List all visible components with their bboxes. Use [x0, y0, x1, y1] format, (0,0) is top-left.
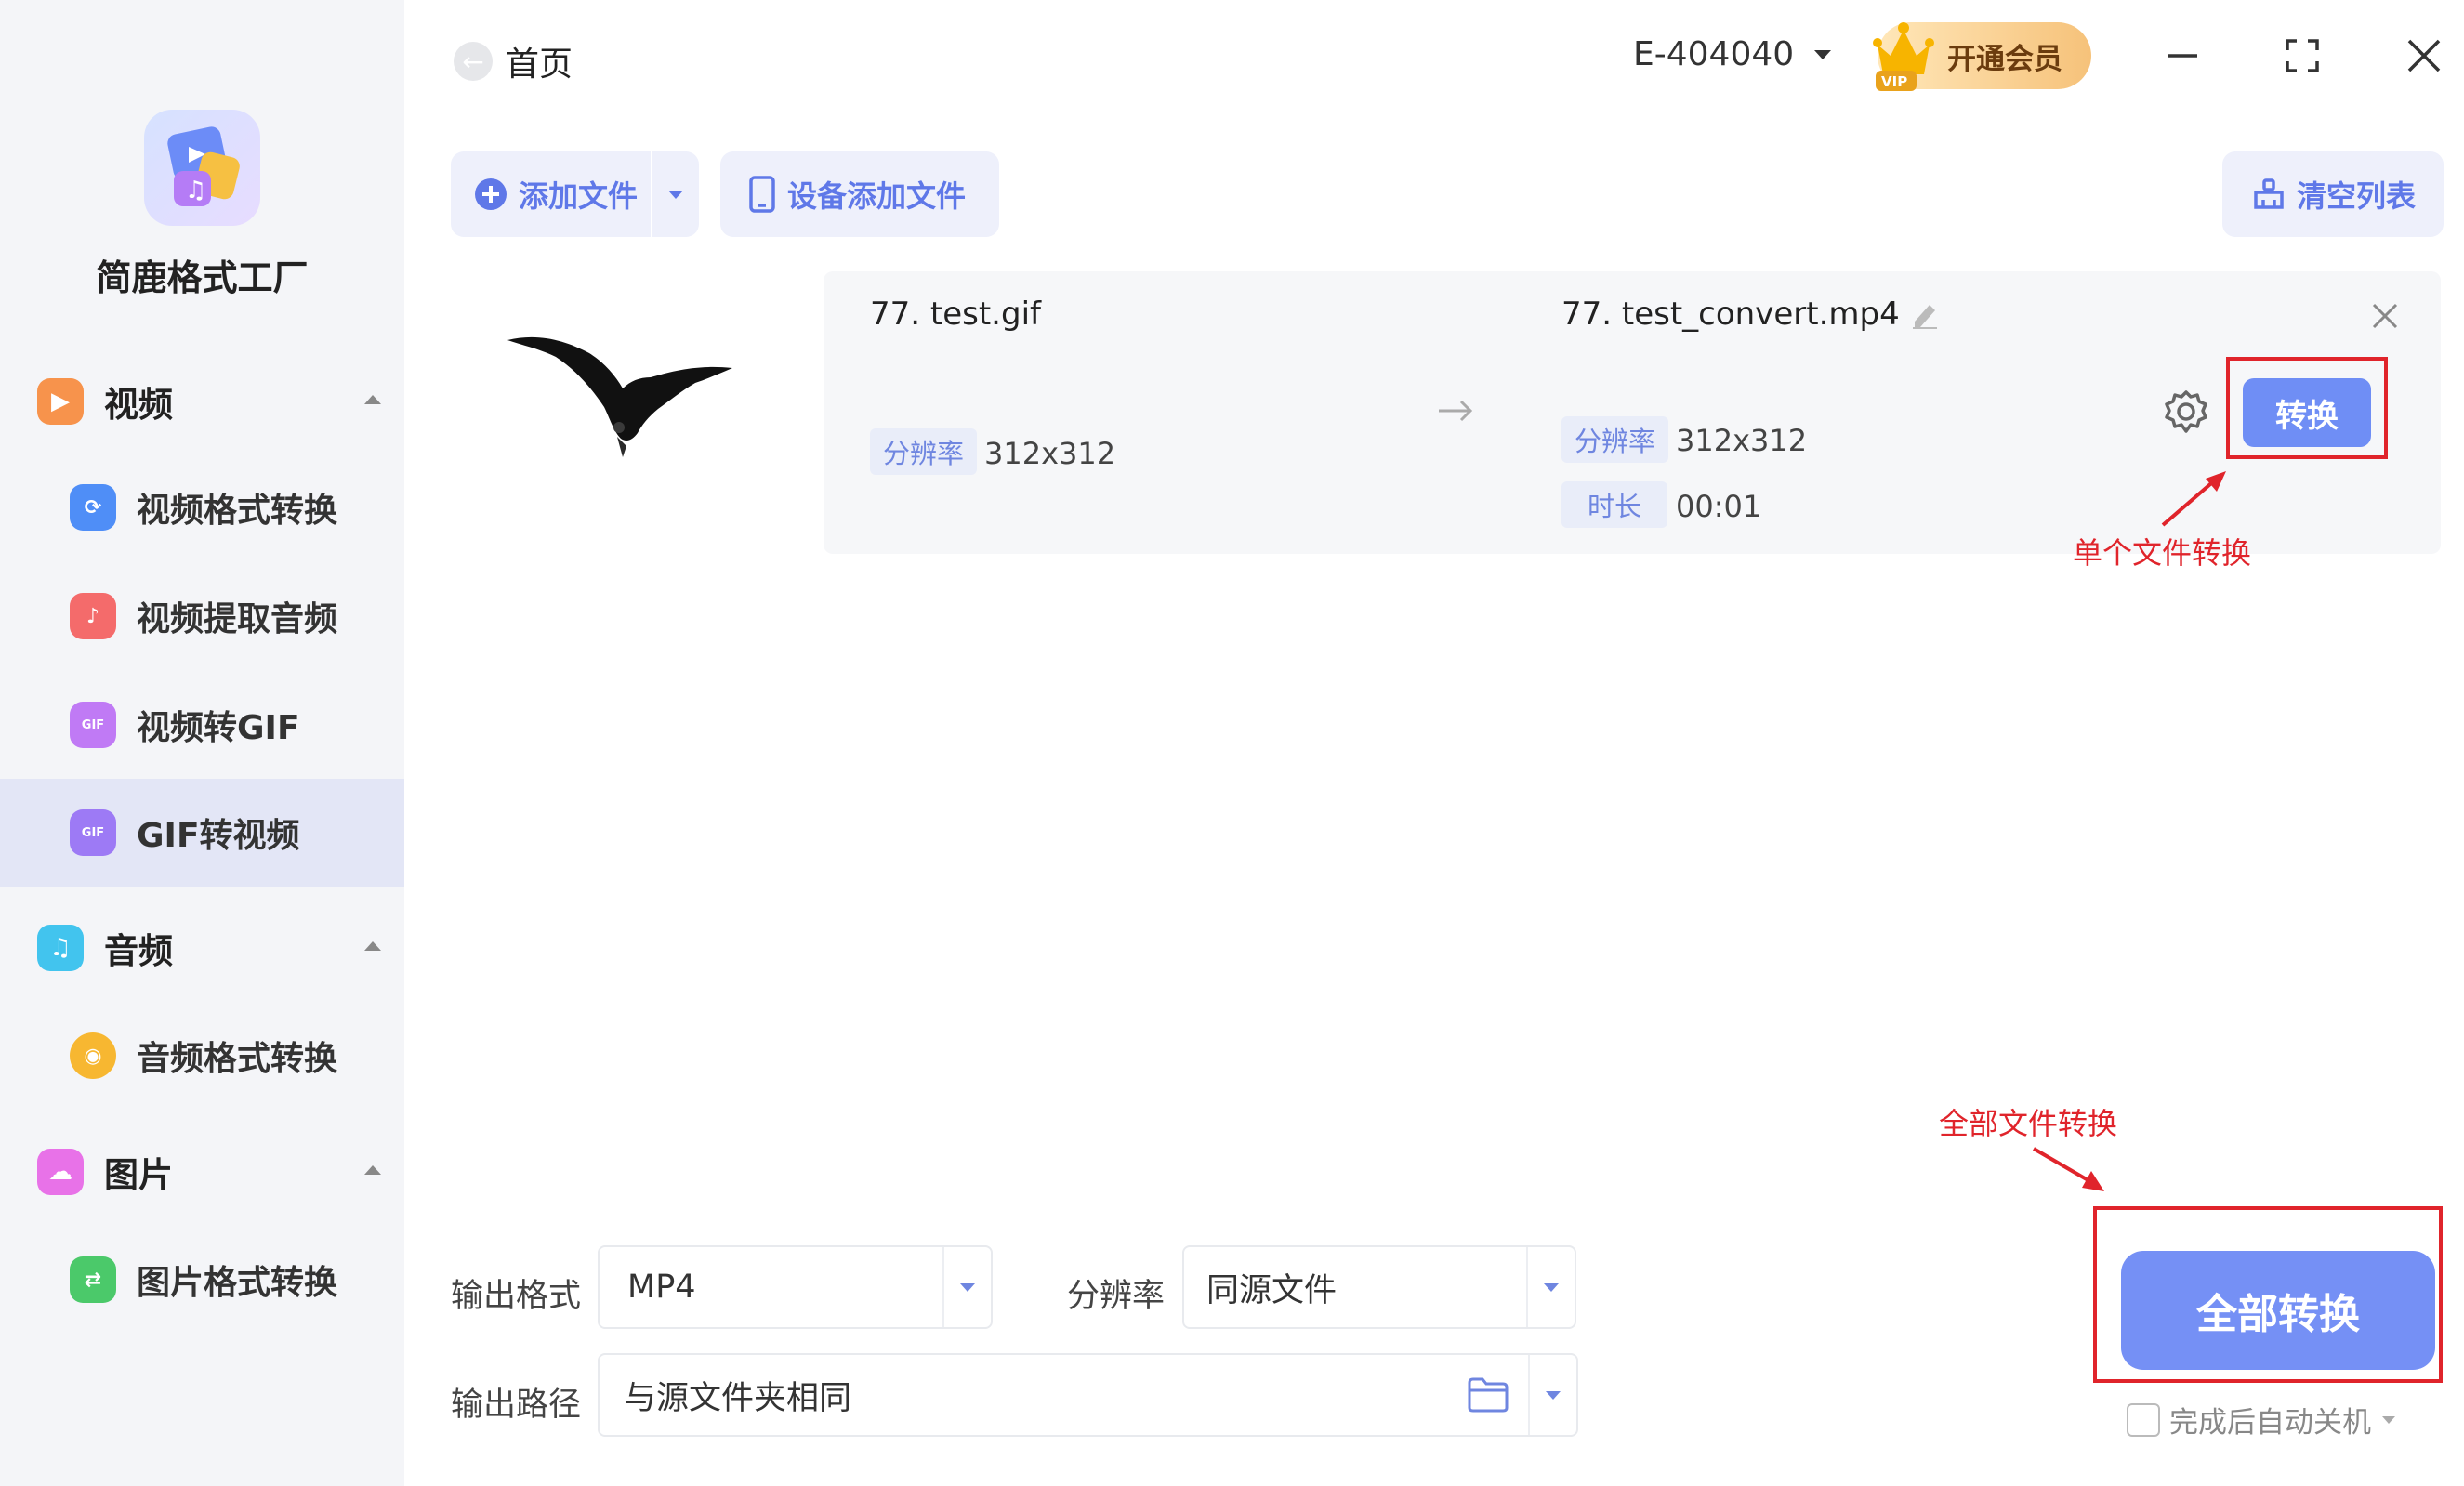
source-resolution-value: 312x312 — [984, 436, 1116, 471]
output-format-label: 输出格式 — [451, 1278, 582, 1315]
back-arrow-icon: ← — [454, 42, 493, 81]
clear-list-button[interactable]: 清空列表 — [2222, 151, 2444, 237]
source-file-name: 77. test.gif — [870, 296, 1041, 333]
sidebar-item-video-to-gif[interactable]: GIF 视频转GIF — [0, 671, 404, 779]
duration-value: 00:01 — [1676, 489, 1762, 524]
sidebar-group-audio[interactable]: ♫ 音频 — [37, 915, 381, 980]
sidebar-item-image-convert[interactable]: ⇄ 图片格式转换 — [0, 1226, 404, 1334]
remove-file-icon[interactable] — [2368, 299, 2402, 333]
account-dropdown[interactable]: E-404040 — [1633, 35, 1832, 73]
convert-all-button[interactable]: 全部转换 — [2121, 1251, 2435, 1370]
sidebar-item-extract-audio[interactable]: ♪ 视频提取音频 — [0, 562, 404, 670]
collapse-caret-icon — [364, 1165, 381, 1175]
output-resolution-tag: 分辨率 — [1561, 416, 1669, 463]
vip-button[interactable]: VIP 开通会员 — [1873, 22, 2091, 91]
sidebar-group-video[interactable]: ▶ 视频 — [37, 369, 381, 434]
broom-icon — [2252, 178, 2286, 211]
auto-shutdown-checkbox[interactable] — [2127, 1402, 2160, 1437]
auto-shutdown-option[interactable]: 完成后自动关机 — [2127, 1399, 2395, 1440]
sidebar-item-audio-convert[interactable]: ◉ 音频格式转换 — [0, 1002, 404, 1110]
image-convert-icon: ⇄ — [70, 1256, 116, 1303]
back-home-button[interactable]: ← 首页 — [454, 37, 573, 85]
output-resolution-value: 312x312 — [1676, 423, 1808, 458]
duration-tag: 时长 — [1561, 481, 1668, 528]
annotation-text-all: 全部文件转换 — [1939, 1106, 2118, 1141]
gear-icon[interactable] — [2163, 388, 2209, 435]
close-icon — [2407, 39, 2441, 72]
svg-text:VIP: VIP — [1881, 73, 1907, 90]
annotation-text-single: 单个文件转换 — [2073, 535, 2252, 571]
minimize-icon — [2168, 54, 2197, 58]
chevron-down-icon[interactable] — [2382, 1415, 2395, 1424]
output-file-name[interactable]: 77. test_convert.mp4 — [1561, 296, 1939, 333]
output-path-label: 输出路径 — [451, 1387, 582, 1424]
chevron-down-icon — [668, 190, 683, 199]
chevron-down-icon — [1814, 49, 1832, 59]
maximize-button[interactable] — [2274, 28, 2330, 84]
fullscreen-icon — [2286, 39, 2319, 72]
collapse-caret-icon — [364, 395, 381, 404]
gif-to-video-icon: GIF — [70, 809, 116, 856]
annotation-box-single — [2226, 357, 2388, 459]
collapse-caret-icon — [364, 941, 381, 951]
image-icon: ☁ — [37, 1149, 84, 1195]
resolution-select[interactable]: 同源文件 — [1182, 1245, 1576, 1329]
add-file-dropdown[interactable] — [651, 151, 699, 237]
video-to-gif-icon: GIF — [70, 702, 116, 748]
source-resolution-tag: 分辨率 — [870, 428, 978, 475]
minimize-button[interactable] — [2154, 28, 2210, 84]
phone-icon — [748, 176, 776, 213]
annotation-arrow-single — [2161, 471, 2226, 527]
audio-convert-icon: ◉ — [70, 1032, 116, 1079]
chevron-down-icon — [1544, 1282, 1559, 1292]
sidebar: ♫ 简鹿格式工厂 ▶ 视频 ⟳ 视频格式转换 ♪ 视频提取音频 GIF 视频转G… — [0, 0, 404, 1486]
resolution-label: 分辨率 — [1067, 1278, 1166, 1315]
edit-pencil-icon[interactable] — [1911, 299, 1939, 329]
output-format-select[interactable]: MP4 — [598, 1245, 993, 1329]
extract-audio-icon: ♪ — [70, 593, 116, 639]
video-icon: ▶ — [37, 378, 84, 425]
app-logo: ♫ — [144, 110, 260, 226]
sidebar-item-video-convert[interactable]: ⟳ 视频格式转换 — [0, 454, 404, 561]
annotation-arrow-all — [2032, 1147, 2104, 1191]
folder-icon[interactable] — [1467, 1375, 1509, 1414]
app-name: 简鹿格式工厂 — [96, 257, 309, 298]
chevron-down-icon — [1546, 1390, 1561, 1400]
svg-text:♫: ♫ — [185, 177, 206, 204]
vip-crown-icon: VIP — [1873, 22, 1934, 91]
plus-circle-icon — [474, 178, 507, 211]
sidebar-group-image[interactable]: ☁ 图片 — [37, 1139, 381, 1204]
arrow-right-icon — [1439, 400, 1473, 422]
device-add-file-button[interactable]: 设备添加文件 — [720, 151, 999, 237]
file-thumbnail — [507, 336, 732, 457]
close-window-button[interactable] — [2396, 28, 2452, 84]
output-path-field[interactable]: 与源文件夹相同 — [598, 1353, 1578, 1437]
chevron-down-icon — [960, 1282, 975, 1292]
sidebar-item-gif-to-video[interactable]: GIF GIF转视频 — [0, 779, 404, 887]
music-icon: ♫ — [37, 925, 84, 971]
video-convert-icon: ⟳ — [70, 484, 116, 531]
